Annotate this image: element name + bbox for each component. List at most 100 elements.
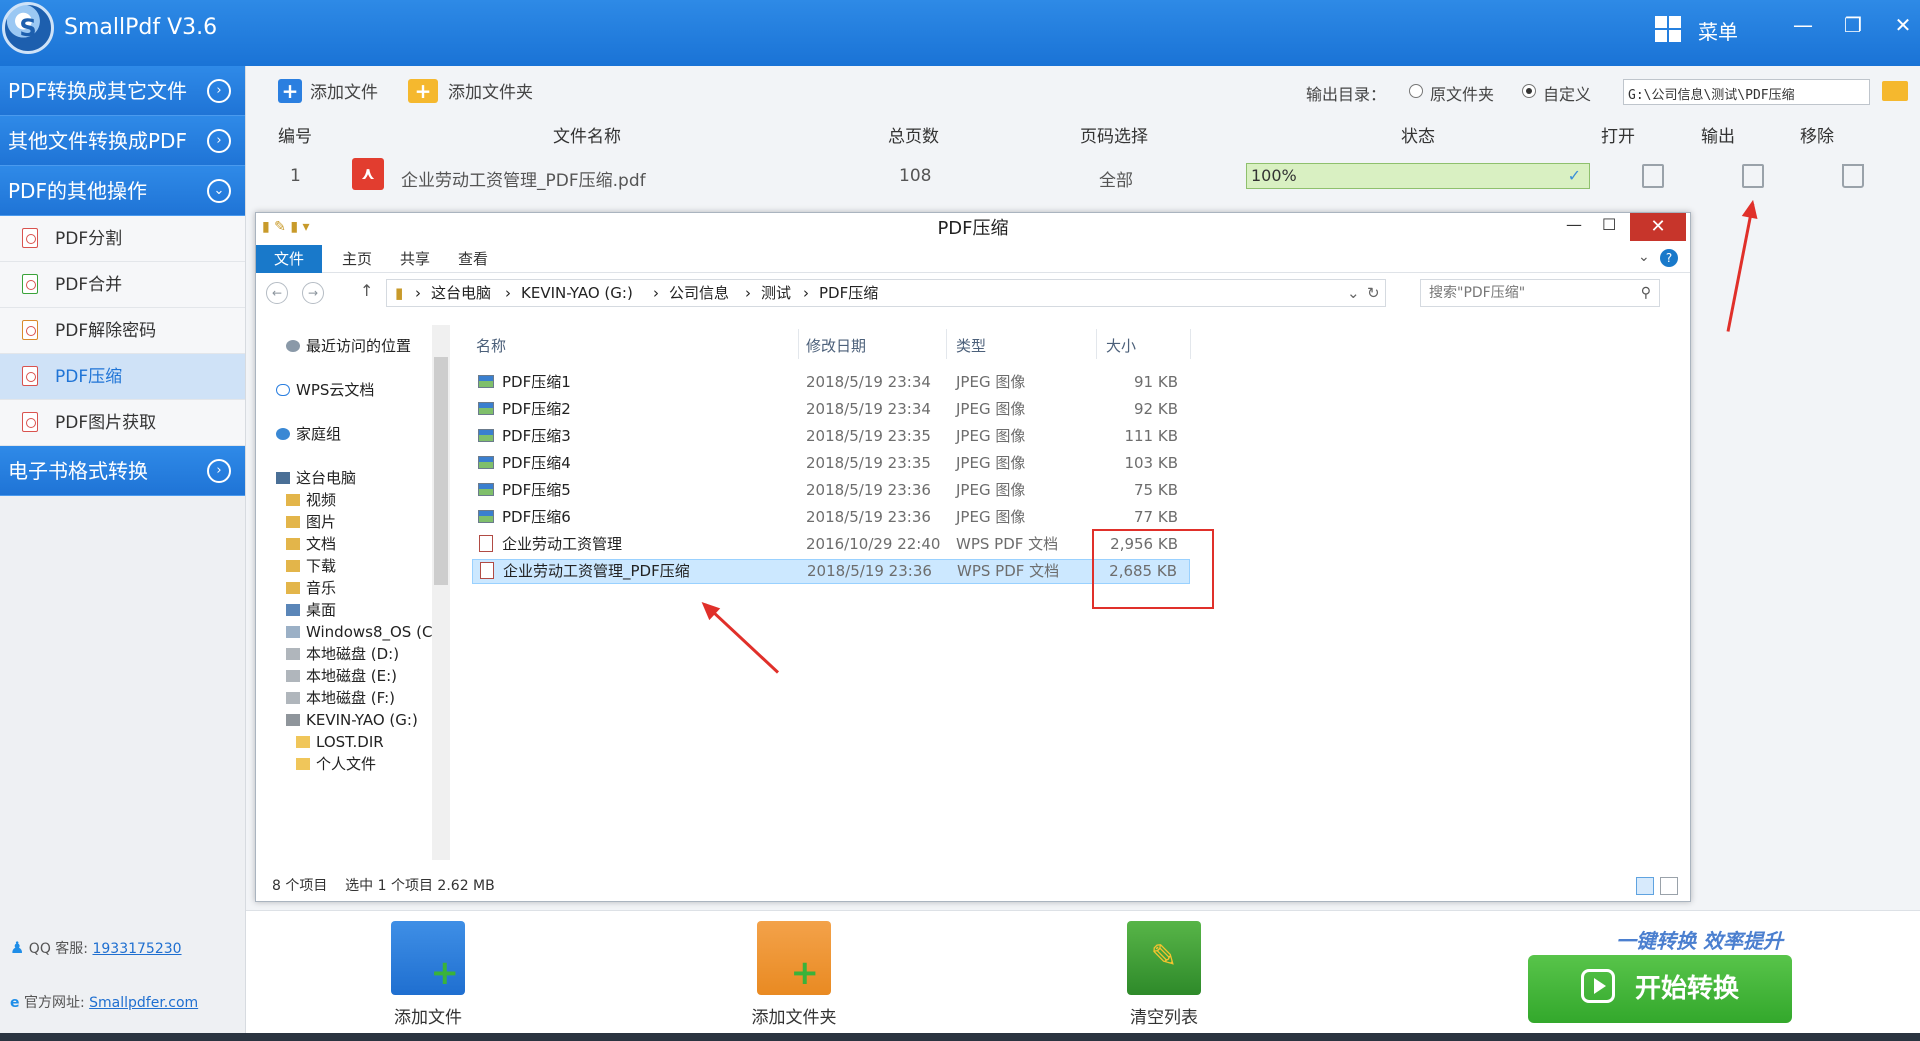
ribbon-tab-share[interactable]: 共享 [400, 245, 430, 273]
ribbon-tab-file[interactable]: 文件 [256, 245, 323, 273]
minimize-button[interactable]: — [1788, 10, 1818, 40]
add-folder-icon[interactable]: + [408, 79, 438, 103]
sidebar-category-pdf-to-other[interactable]: PDF转换成其它文件 › [0, 66, 245, 116]
col-header-date[interactable]: 修改日期 [806, 335, 866, 356]
breadcrumb-company[interactable]: 公司信息 [669, 280, 729, 306]
recent-places-icon [286, 340, 300, 352]
sidebar-item-pdf-merge[interactable]: PDF合并 [0, 262, 245, 308]
address-bar[interactable]: ▮ › 这台电脑 › KEVIN-YAO (G:) › 公司信息 › 测试 › … [386, 279, 1386, 307]
list-item[interactable]: PDF压缩5 2018/5/19 23:36 JPEG 图像 75 KB [472, 479, 1190, 501]
add-file-icon[interactable]: + [278, 79, 302, 103]
breadcrumb-this-pc[interactable]: 这台电脑 [431, 280, 491, 306]
row-page-sel[interactable]: 全部 [1099, 166, 1133, 191]
breadcrumb-drive[interactable]: KEVIN-YAO (G:) [521, 280, 633, 306]
nav-scrollbar[interactable] [432, 325, 450, 860]
nav-item-drive-c[interactable]: Windows8_OS (C [286, 621, 432, 643]
list-item[interactable]: PDF压缩2 2018/5/19 23:34 JPEG 图像 92 KB [472, 398, 1190, 420]
start-convert-button[interactable]: 开始转换 [1528, 955, 1792, 1023]
jpeg-file-icon [478, 375, 494, 388]
nav-item-homegroup[interactable]: 家庭组 [276, 423, 341, 445]
radio-custom-folder[interactable] [1522, 84, 1536, 98]
ribbon-expand-icon[interactable]: ⌄ [1638, 249, 1650, 265]
browse-folder-icon[interactable] [1882, 81, 1908, 101]
address-dropdown-icon[interactable]: ⌄ [1347, 280, 1360, 306]
explorer-close-button[interactable]: ✕ [1630, 213, 1686, 241]
bottom-add-folder-button[interactable]: + 添加文件夹 [734, 921, 854, 1028]
nav-item-wps-cloud[interactable]: WPS云文档 [276, 379, 374, 401]
list-item[interactable]: PDF压缩6 2018/5/19 23:36 JPEG 图像 77 KB [472, 506, 1190, 528]
menu-grid-icon[interactable] [1655, 16, 1681, 42]
site-link[interactable]: Smallpdfer.com [89, 995, 198, 1011]
sidebar-category-pdf-other-ops[interactable]: PDF的其他操作 ⌄ [0, 166, 245, 216]
sidebar-item-pdf-images[interactable]: PDF图片获取 [0, 400, 245, 446]
col-header-type[interactable]: 类型 [956, 335, 986, 356]
col-header-name[interactable]: 名称 [476, 335, 506, 356]
close-button[interactable]: ✕ [1888, 10, 1918, 40]
add-file-button[interactable]: 添加文件 [310, 78, 378, 103]
add-folder-large-icon: + [757, 921, 831, 995]
ribbon-tab-home[interactable]: 主页 [342, 245, 372, 273]
nav-item-this-pc[interactable]: 这台电脑 [276, 467, 356, 489]
nav-item-lost-dir[interactable]: LOST.DIR [296, 731, 384, 753]
sidebar-item-pdf-split[interactable]: PDF分割 [0, 216, 245, 262]
search-input[interactable]: 搜索"PDF压缩" ⚲ [1420, 279, 1660, 307]
back-icon[interactable]: ← [266, 282, 288, 304]
list-item[interactable]: PDF压缩3 2018/5/19 23:35 JPEG 图像 111 KB [472, 425, 1190, 447]
nav-item-downloads[interactable]: 下载 [286, 555, 336, 577]
menu-button[interactable]: 菜单 [1698, 16, 1738, 45]
sidebar-item-pdf-unlock[interactable]: PDF解除密码 [0, 308, 245, 354]
bottom-clear-list-button[interactable]: ✎ 清空列表 [1104, 921, 1224, 1028]
help-icon[interactable]: ? [1660, 249, 1678, 267]
nav-item-desktop[interactable]: 桌面 [286, 599, 336, 621]
open-external-icon[interactable] [1642, 164, 1664, 188]
quick-access-toolbar-icon[interactable]: ▮ ✎ ▮ ▾ [262, 219, 310, 235]
nav-item-personal[interactable]: 个人文件 [296, 753, 376, 775]
list-item-selected[interactable]: 企业劳动工资管理_PDF压缩 2018/5/19 23:36 WPS PDF 文… [472, 559, 1190, 584]
folder-icon [296, 736, 310, 748]
nav-item-drive-g[interactable]: KEVIN-YAO (G:) [286, 709, 418, 731]
radio-original-folder[interactable] [1409, 84, 1423, 98]
nav-item-videos[interactable]: 视频 [286, 489, 336, 511]
refresh-icon[interactable]: ↻ [1367, 280, 1380, 306]
nav-item-documents[interactable]: 文档 [286, 533, 336, 555]
output-folder-icon[interactable] [1742, 164, 1764, 188]
explorer-maximize-button[interactable]: ☐ [1602, 215, 1616, 234]
col-header-size[interactable]: 大小 [1106, 335, 1136, 356]
trash-icon[interactable] [1842, 164, 1864, 188]
nav-item-pictures[interactable]: 图片 [286, 511, 336, 533]
output-path-input[interactable]: G:\公司信息\测试\PDF压缩 [1623, 79, 1870, 105]
up-icon[interactable]: ↑ [360, 281, 373, 300]
details-view-icon[interactable] [1636, 877, 1654, 895]
explorer-minimize-button[interactable]: — [1566, 215, 1582, 234]
nav-item-music[interactable]: 音乐 [286, 577, 336, 599]
list-item[interactable]: 企业劳动工资管理 2016/10/29 22:40 WPS PDF 文档 2,9… [472, 533, 1190, 555]
forward-icon[interactable]: → [302, 282, 324, 304]
nav-item-drive-f[interactable]: 本地磁盘 (F:) [286, 687, 395, 709]
sidebar-category-ebook[interactable]: 电子书格式转换 › [0, 446, 245, 496]
list-item[interactable]: PDF压缩1 2018/5/19 23:34 JPEG 图像 91 KB [472, 371, 1190, 393]
breadcrumb-test[interactable]: 测试 [761, 280, 791, 306]
row-pages: 108 [899, 166, 932, 186]
col-open: 打开 [1601, 127, 1635, 147]
qq-number-link[interactable]: 1933175230 [92, 941, 181, 957]
jpeg-file-icon [478, 510, 494, 523]
bottom-add-file-button[interactable]: + 添加文件 [368, 921, 488, 1028]
annotation-arrow [703, 603, 780, 674]
scroll-thumb[interactable] [434, 357, 448, 585]
list-item[interactable]: PDF压缩4 2018/5/19 23:35 JPEG 图像 103 KB [472, 452, 1190, 474]
large-icons-view-icon[interactable] [1660, 877, 1678, 895]
ribbon-tab-view[interactable]: 查看 [458, 245, 488, 273]
add-folder-button[interactable]: 添加文件夹 [448, 78, 533, 103]
nav-item-recent[interactable]: 最近访问的位置 [286, 335, 411, 357]
nav-item-drive-e[interactable]: 本地磁盘 (E:) [286, 665, 397, 687]
col-remove: 移除 [1800, 127, 1834, 147]
add-file-large-icon: + [391, 921, 465, 995]
sidebar-category-other-to-pdf[interactable]: 其他文件转换成PDF › [0, 116, 245, 166]
chevron-down-icon: ⌄ [207, 179, 231, 203]
breadcrumb-pdf-compress[interactable]: PDF压缩 [819, 280, 878, 306]
restore-button[interactable]: ❐ [1838, 10, 1868, 40]
cloud-icon [276, 384, 290, 396]
sidebar-item-pdf-compress[interactable]: PDF压缩 [0, 354, 245, 400]
nav-item-drive-d[interactable]: 本地磁盘 (D:) [286, 643, 399, 665]
table-row[interactable]: 1 ⋏ 企业劳动工资管理_PDF压缩.pdf 108 全部 100% ✓ [246, 148, 1920, 208]
